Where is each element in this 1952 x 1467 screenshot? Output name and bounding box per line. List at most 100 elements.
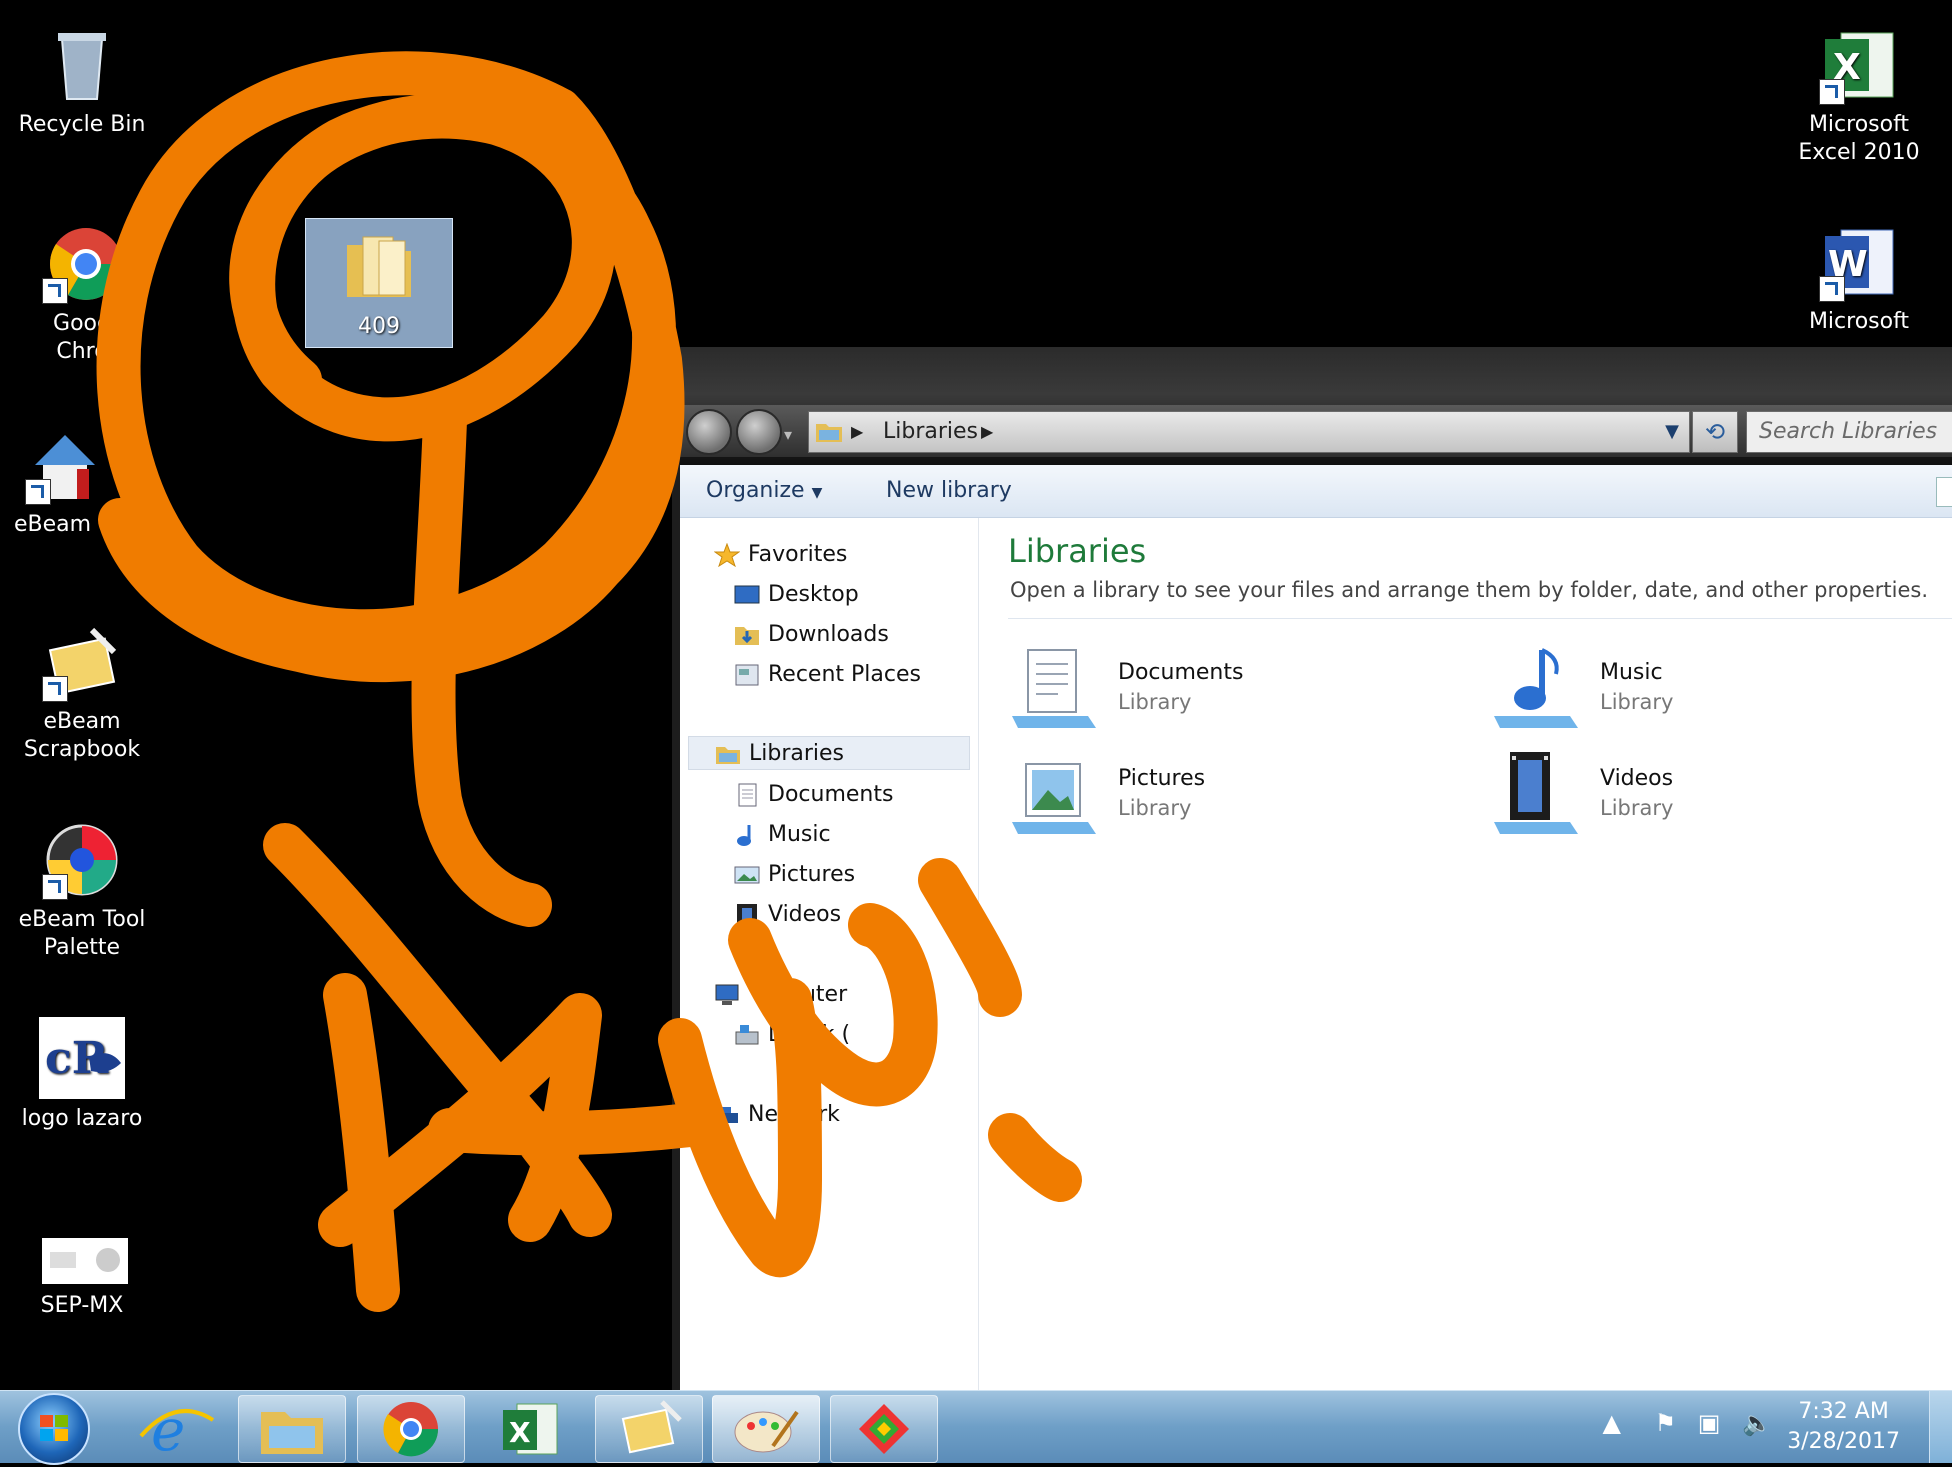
taskbar-chrome-button[interactable] [357,1395,465,1463]
nav-computer[interactable]: puter [714,978,847,1012]
network-status-icon[interactable]: ▣ [1698,1409,1721,1437]
nav-videos[interactable]: Videos [734,898,841,932]
nav-libraries[interactable]: Libraries [688,736,970,770]
show-hidden-icons-icon[interactable]: ▲ [1603,1409,1621,1437]
back-button[interactable] [686,409,732,455]
show-desktop-button[interactable] [1929,1391,1952,1463]
nav-documents[interactable]: Documents [734,778,893,812]
address-bar[interactable]: ▶ Libraries ▶ ▼ [808,411,1690,453]
palette-icon [734,1410,799,1453]
forward-button[interactable] [736,409,782,455]
breadcrumb-libraries[interactable]: Libraries [883,412,978,452]
desktop-icon-chrome[interactable]: Goog Chro [17,224,147,366]
shortcut-arrow-icon [1819,79,1845,105]
shortcut-arrow-icon [1819,276,1845,302]
taskbar: e X ▲ ⚑ ▣ 🔈 7:32 AM 3/28/2017 [0,1390,1952,1465]
library-tile-videos[interactable]: Videos Library [1490,750,1910,840]
library-name: Music [1600,660,1663,685]
desktop-icon-recycle-bin[interactable]: Recycle Bin [17,25,147,139]
command-bar: Organize ▼ New library [680,465,1952,518]
ebeam-home-icon [25,425,105,505]
desktop-icon-logo-lazaro[interactable]: cR logo lazaro [17,1017,147,1133]
nav-favorites[interactable]: Favorites [713,538,847,572]
action-center-flag-icon[interactable]: ⚑ [1655,1409,1677,1437]
desktop-icon-label: eBeam Tool Palette [18,907,146,960]
nav-pictures[interactable]: Pictures [734,858,855,892]
desktop-icon-label: Goog Chro [53,311,111,364]
taskbar-ie-button[interactable]: e [122,1395,230,1464]
library-tile-documents[interactable]: Documents Library [1008,644,1428,734]
page-title: Libraries [1008,532,1147,570]
diamond-app-icon [859,1404,909,1454]
taskbar-paint-button[interactable] [712,1395,820,1463]
clock-date: 3/28/2017 [1787,1429,1900,1454]
folder-icon [339,227,419,307]
library-type: Library [1600,690,1674,714]
local-disk-icon [734,1023,760,1047]
desktop-folder-409[interactable]: 409 [305,218,453,348]
desktop-icon-excel[interactable]: X Microsoft Excel 2010 [1794,25,1924,167]
documents-icon [734,783,760,807]
breadcrumb-separator-icon: ▶ [851,422,864,441]
library-tile-music[interactable]: Music Library [1490,644,1910,734]
scrapbook-icon [621,1400,682,1454]
clock-time: 7:32 AM [1798,1399,1889,1424]
recent-pages-arrow-icon[interactable]: ▾ [784,425,792,444]
library-name: Videos [1600,766,1674,791]
desktop-icon-sep-mx[interactable]: SEP-MX [17,1238,147,1320]
desktop-icon [734,583,760,607]
desktop-icon-label: Microsoft Excel 2010 [1798,112,1920,165]
search-input[interactable]: Search Libraries [1746,411,1952,453]
windows-logo-icon [40,1415,68,1441]
taskbar-explorer-button[interactable] [238,1395,346,1463]
page-subtitle: Open a library to see your files and arr… [1010,578,1928,602]
taskbar-app-button[interactable] [830,1395,938,1463]
taskbar-scrapbook-button[interactable] [595,1395,703,1463]
view-options-icon[interactable] [1936,477,1952,507]
sep-mx-image-icon [42,1238,128,1286]
library-name: Documents [1118,660,1244,685]
recent-places-icon [734,663,760,687]
desktop-icon-ebeam-tool-palette[interactable]: eBeam Tool Palette [17,820,147,962]
clock[interactable]: 7:32 AM 3/28/2017 [1787,1397,1900,1457]
address-dropdown-icon[interactable]: ▼ [1665,412,1679,452]
nav-music[interactable]: Music [734,818,831,852]
nav-recent-places[interactable]: Recent Places [734,658,921,692]
recycle-bin-icon [42,25,122,105]
documents-library-icon [1008,644,1098,730]
new-library-button[interactable]: New library [886,465,1012,517]
nav-desktop[interactable]: Desktop [734,578,859,612]
music-note-icon [734,823,760,847]
navigation-pane: Favorites Desktop Downloads Recent Place… [680,518,979,1392]
library-tile-pictures[interactable]: Pictures Library [1008,750,1428,840]
desktop-icon-label: 409 [358,314,400,339]
refresh-button[interactable]: ⟲ [1692,411,1738,453]
doodle-letter-a [263,823,712,1312]
taskbar-excel-button[interactable]: X [476,1395,584,1463]
explorer-window[interactable]: ▾ ▶ Libraries ▶ ▼ ⟲ Search Libraries Org… [672,347,1952,1392]
desktop-icon-label: SEP-MX [40,1293,124,1318]
word-icon: W [1819,222,1899,302]
desktop-icon-label: Microsoft [1808,309,1910,334]
desktop-icon-ebeam-scrapbook[interactable]: eBeam Scrapbook [17,622,147,764]
videos-library-icon [1490,750,1580,836]
nav-network[interactable]: Network [714,1098,840,1132]
volume-icon[interactable]: 🔈 [1742,1409,1772,1437]
excel-icon: X [503,1403,558,1455]
divider [1008,618,1952,619]
tool-palette-icon [42,820,122,900]
navigation-bar: ▾ ▶ Libraries ▶ ▼ ⟲ Search Libraries [680,405,1952,457]
nav-downloads[interactable]: Downloads [734,618,889,652]
desktop-icon-label: logo lazaro [21,1106,143,1131]
nav-local-disk[interactable]: L Disk ( [734,1018,850,1052]
libraries-icon [715,742,741,766]
organize-button[interactable]: Organize ▼ [706,465,822,519]
desktop-icon-word[interactable]: W Microsoft [1794,222,1924,336]
desktop-icon-ebeam[interactable]: eBeam [0,425,130,539]
start-button[interactable] [18,1393,90,1465]
breadcrumb-chevron-icon[interactable]: ▶ [981,412,993,452]
library-type: Library [1118,690,1192,714]
logo-lazaro-image-icon: cR [39,1017,125,1099]
shortcut-arrow-icon [42,676,68,702]
folder-icon [261,1412,323,1454]
